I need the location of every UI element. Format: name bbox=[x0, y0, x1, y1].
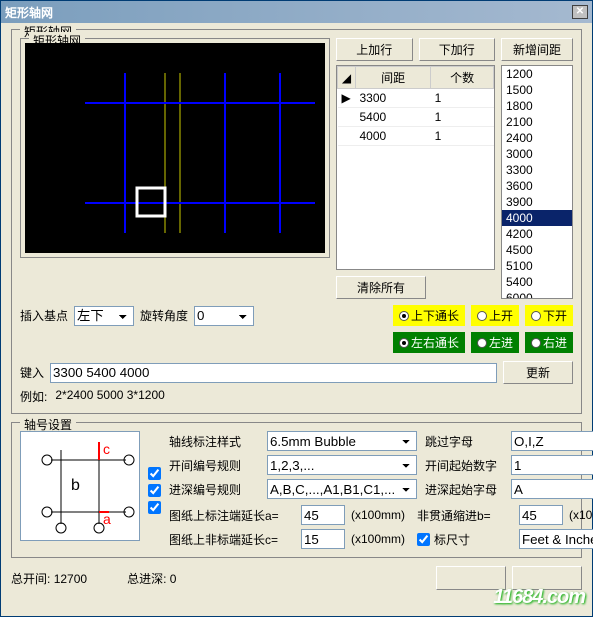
list-item[interactable]: 3600 bbox=[502, 178, 572, 194]
shrink-b-unit: (x100mm) bbox=[569, 508, 593, 522]
insert-base-label: 插入基点 bbox=[20, 307, 68, 324]
dim-label: 标尺寸 bbox=[434, 531, 470, 548]
list-item[interactable]: 1800 bbox=[502, 98, 572, 114]
close-button[interactable]: ✕ bbox=[572, 5, 588, 19]
span-rule-select[interactable]: 1,2,3,... bbox=[267, 455, 417, 475]
span-start-select[interactable]: 1 bbox=[511, 455, 593, 475]
radio-left-in[interactable]: 左进 bbox=[471, 332, 519, 353]
check-span-rule[interactable] bbox=[148, 484, 161, 497]
table-header-marker: ◢ bbox=[338, 67, 356, 89]
depth-rule-label: 进深编号规则 bbox=[169, 481, 259, 498]
list-item[interactable]: 4500 bbox=[502, 242, 572, 258]
rotation-label: 旋转角度 bbox=[140, 307, 188, 324]
radio-up-down-full[interactable]: 上下通长 bbox=[393, 305, 465, 326]
list-item[interactable]: 3000 bbox=[502, 146, 572, 162]
spacing-table[interactable]: ◢ 间距 个数 ▶ 3300 1 bbox=[336, 65, 495, 270]
span-rule-label: 开间编号规则 bbox=[169, 457, 259, 474]
span-start-label: 开间起始数字 bbox=[425, 457, 503, 474]
radio-dot-icon bbox=[477, 311, 487, 321]
shrink-b-input[interactable] bbox=[519, 505, 563, 525]
ext-a-unit: (x100mm) bbox=[351, 508, 411, 522]
radio-up-open[interactable]: 上开 bbox=[471, 305, 519, 326]
diagram-label-c: c bbox=[103, 441, 110, 457]
spacing-listbox[interactable]: 1200150018002100240030003300360039004000… bbox=[501, 65, 573, 299]
footer-button-2[interactable] bbox=[512, 566, 582, 590]
table-header-spacing: 间距 bbox=[356, 67, 431, 89]
title-bar: 矩形轴网 ✕ bbox=[1, 1, 592, 23]
example-value: 2*2400 5000 3*1200 bbox=[55, 388, 164, 405]
radio-dot-icon bbox=[477, 338, 487, 348]
radio-left-right-full[interactable]: 左右通长 bbox=[393, 332, 465, 353]
list-item[interactable]: 4200 bbox=[502, 226, 572, 242]
preview-fieldset: 矩形轴网 bbox=[20, 38, 330, 258]
depth-start-label: 进深起始字母 bbox=[425, 481, 503, 498]
style-select[interactable]: 6.5mm Bubble bbox=[267, 431, 417, 451]
new-spacing-button[interactable]: 新增间距 bbox=[501, 38, 573, 61]
table-header-count: 个数 bbox=[431, 67, 494, 89]
radio-right-in[interactable]: 右进 bbox=[525, 332, 573, 353]
list-item[interactable]: 1500 bbox=[502, 82, 572, 98]
radio-down-open[interactable]: 下开 bbox=[525, 305, 573, 326]
shrink-b-label: 非贯通缩进b= bbox=[417, 507, 513, 524]
dim-select[interactable]: Feet & Inches bbox=[519, 529, 593, 549]
rotation-select[interactable]: 0 bbox=[194, 306, 254, 326]
list-item[interactable]: 3900 bbox=[502, 194, 572, 210]
list-item[interactable]: 5400 bbox=[502, 274, 572, 290]
radio-dot-icon bbox=[531, 311, 541, 321]
depth-rule-select[interactable]: A,B,C,...,A1,B1,C1,... bbox=[267, 479, 417, 499]
skip-letter-input[interactable] bbox=[511, 431, 593, 451]
axis-settings-fieldset: 轴号设置 bbox=[11, 422, 582, 558]
add-row-below-button[interactable]: 下加行 bbox=[419, 38, 496, 61]
key-input-field[interactable] bbox=[50, 363, 497, 383]
check-style[interactable] bbox=[148, 467, 161, 480]
list-item[interactable]: 3300 bbox=[502, 162, 572, 178]
update-button[interactable]: 更新 bbox=[503, 361, 573, 384]
key-input-label: 键入 bbox=[20, 364, 44, 381]
radio-dot-icon bbox=[399, 338, 409, 348]
ext-c-unit: (x100mm) bbox=[351, 532, 411, 546]
footer-button-1[interactable] bbox=[436, 566, 506, 590]
add-row-above-button[interactable]: 上加行 bbox=[336, 38, 413, 61]
skip-letter-label: 跳过字母 bbox=[425, 433, 503, 450]
list-item[interactable]: 2100 bbox=[502, 114, 572, 130]
ext-a-input[interactable] bbox=[301, 505, 345, 525]
total-span: 总开间: 12700 bbox=[11, 570, 87, 587]
diagram-label-a: a bbox=[103, 511, 111, 527]
example-label: 例如: bbox=[20, 388, 47, 405]
list-item[interactable]: 2400 bbox=[502, 130, 572, 146]
dim-checkbox[interactable] bbox=[417, 533, 430, 546]
table-row[interactable]: 4000 1 bbox=[338, 127, 494, 146]
grid-preview bbox=[25, 43, 325, 253]
radio-dot-icon bbox=[531, 338, 541, 348]
list-item[interactable]: 5100 bbox=[502, 258, 572, 274]
check-depth-rule[interactable] bbox=[148, 501, 161, 514]
main-fieldset: 矩形轴网 矩形轴网 bbox=[11, 29, 582, 414]
ext-a-label: 图纸上标注端延长a= bbox=[169, 507, 295, 524]
list-item[interactable]: 1200 bbox=[502, 66, 572, 82]
axis-diagram: c b a bbox=[20, 431, 140, 541]
total-depth: 总进深: 0 bbox=[127, 570, 176, 587]
ext-c-input[interactable] bbox=[301, 529, 345, 549]
diagram-label-b: b bbox=[71, 477, 80, 494]
list-item[interactable]: 6000 bbox=[502, 290, 572, 299]
list-item[interactable]: 4000 bbox=[502, 210, 572, 226]
insert-base-select[interactable]: 左下 bbox=[74, 306, 134, 326]
table-row[interactable]: ▶ 3300 1 bbox=[338, 89, 494, 108]
table-row[interactable]: 5400 1 bbox=[338, 108, 494, 127]
depth-start-select[interactable]: A bbox=[511, 479, 593, 499]
ext-c-label: 图纸上非标端延长c= bbox=[169, 531, 295, 548]
radio-dot-icon bbox=[399, 311, 409, 321]
clear-all-button[interactable]: 清除所有 bbox=[336, 276, 426, 299]
window-title: 矩形轴网 bbox=[5, 4, 572, 21]
style-label: 轴线标注样式 bbox=[169, 433, 259, 450]
